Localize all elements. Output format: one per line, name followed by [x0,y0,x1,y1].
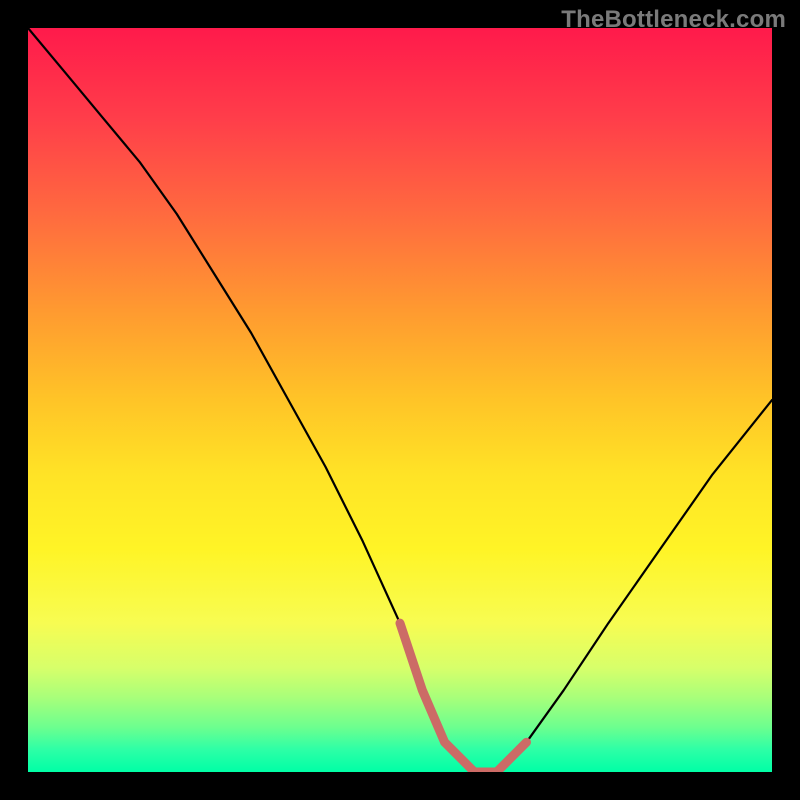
chart-container: TheBottleneck.com [0,0,800,800]
plot-frame [28,28,772,772]
plot-svg [28,28,772,772]
optimal-range-curve [400,623,527,772]
watermark-text: TheBottleneck.com [561,6,786,34]
bottleneck-curve [28,28,772,772]
